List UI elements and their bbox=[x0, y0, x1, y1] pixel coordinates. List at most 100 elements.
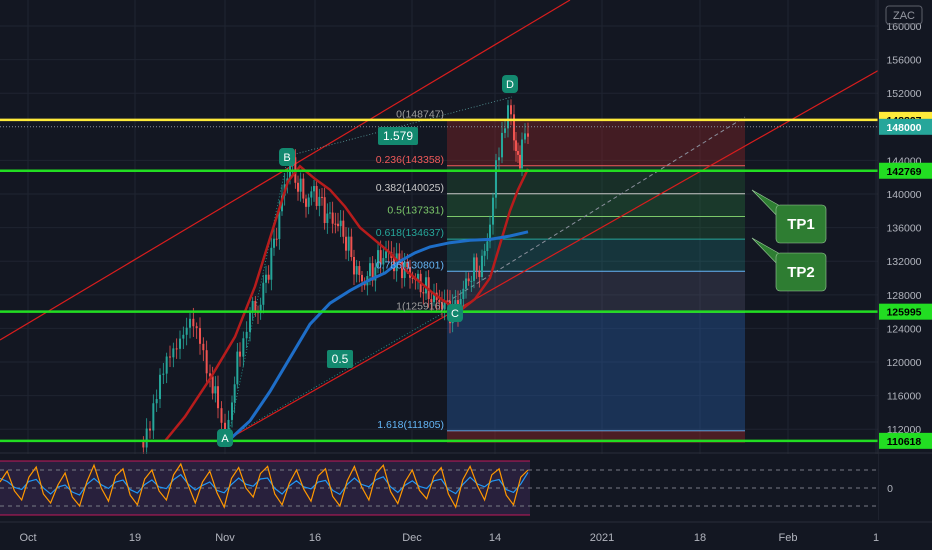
candle-body bbox=[527, 133, 529, 137]
candle-body bbox=[185, 327, 188, 335]
candle-body bbox=[501, 132, 503, 158]
candle-body bbox=[334, 223, 337, 225]
candle-body bbox=[179, 338, 181, 349]
price-tag-label: 110618 bbox=[887, 436, 922, 448]
price-tick-label: 124000 bbox=[886, 323, 921, 335]
candle-body bbox=[262, 282, 265, 305]
candle-body bbox=[486, 241, 489, 252]
time-tick-label: Nov bbox=[215, 532, 235, 544]
candle-body bbox=[342, 220, 345, 237]
candle-body bbox=[251, 300, 254, 312]
price-tick-label: 136000 bbox=[886, 223, 921, 235]
candle-body bbox=[305, 198, 307, 207]
candle-body bbox=[350, 236, 353, 257]
candle-body bbox=[321, 196, 323, 198]
candle-body bbox=[182, 334, 185, 339]
time-tick-label: 2021 bbox=[590, 532, 614, 544]
candle-body bbox=[519, 154, 521, 169]
time-tick-label: Feb bbox=[779, 532, 798, 544]
oscillator-pane: 0 bbox=[0, 452, 932, 522]
candle-body bbox=[470, 280, 473, 282]
candle-body bbox=[465, 278, 467, 289]
wave-label: B bbox=[283, 152, 290, 164]
time-tick-label: 14 bbox=[489, 532, 501, 544]
candle-body bbox=[192, 318, 195, 327]
price-tick-label: 140000 bbox=[886, 189, 921, 201]
candle-body bbox=[492, 197, 494, 225]
candle-body bbox=[214, 386, 217, 394]
price-axis[interactable]: 1120001160001200001240001280001320001360… bbox=[877, 0, 932, 550]
candle-body bbox=[361, 274, 363, 282]
candle-body bbox=[521, 139, 523, 169]
candle-body bbox=[242, 338, 245, 357]
candle-body bbox=[239, 351, 241, 357]
candle-body bbox=[495, 160, 497, 198]
candle-body bbox=[355, 266, 358, 275]
fib-zone-band bbox=[447, 120, 745, 166]
ratio-label: 0.5 bbox=[332, 352, 349, 366]
candle-body bbox=[473, 257, 475, 281]
candle-body bbox=[267, 274, 270, 280]
candle-body bbox=[220, 408, 223, 423]
candle-body bbox=[275, 238, 278, 240]
symbol-label: ZAC bbox=[893, 10, 915, 22]
candle-body bbox=[358, 266, 361, 275]
candle-body bbox=[323, 197, 326, 224]
price-tick-label: 132000 bbox=[886, 256, 921, 268]
candle-body bbox=[331, 212, 334, 224]
candle-body bbox=[270, 247, 273, 280]
candle-body bbox=[326, 213, 329, 224]
time-tick-label: 19 bbox=[129, 532, 141, 544]
candle-body bbox=[310, 191, 313, 198]
candle-body bbox=[299, 178, 302, 192]
candle-body bbox=[233, 384, 236, 403]
candle-body bbox=[273, 238, 275, 248]
price-tick-label: 152000 bbox=[886, 88, 921, 100]
price-tag-label: 142769 bbox=[886, 166, 921, 178]
candle-body bbox=[318, 196, 321, 206]
candle-body bbox=[353, 256, 355, 275]
candle-body bbox=[329, 212, 331, 214]
candle-body bbox=[172, 348, 175, 358]
candle-body bbox=[504, 128, 506, 133]
candle-body bbox=[510, 105, 512, 115]
candle-body bbox=[211, 376, 214, 394]
candle-body bbox=[175, 348, 178, 350]
candle-body bbox=[245, 331, 248, 339]
fib-label: 0.786(130801) bbox=[376, 259, 444, 271]
candle-body bbox=[189, 318, 191, 328]
price-tag-label: 148000 bbox=[886, 122, 921, 134]
candle-body bbox=[498, 157, 500, 161]
candle-body bbox=[315, 186, 318, 206]
candle-body bbox=[513, 114, 515, 141]
candle-body bbox=[254, 300, 257, 312]
candle-body bbox=[385, 251, 387, 259]
fib-label: 0(148747) bbox=[396, 109, 444, 121]
candle-body bbox=[337, 223, 339, 227]
candle-body bbox=[422, 292, 425, 294]
price-chart[interactable]: 0(148747) 0.236(143358) 0.382(140025) 0.5(1… bbox=[0, 0, 932, 550]
price-axis-background bbox=[878, 0, 932, 550]
candle-body bbox=[369, 263, 371, 277]
candle-body bbox=[169, 356, 171, 358]
candle-body bbox=[302, 178, 305, 199]
candle-body bbox=[339, 220, 342, 227]
fib-zone-band bbox=[447, 193, 745, 217]
candle-body bbox=[265, 274, 267, 283]
candle-body bbox=[478, 270, 481, 278]
fib-label: 0.382(140025) bbox=[376, 182, 444, 194]
fib-zone-band bbox=[447, 271, 745, 313]
candle-body bbox=[524, 133, 526, 140]
candle-body bbox=[202, 343, 205, 351]
fib-zone-band bbox=[447, 216, 745, 240]
time-tick-label: Dec bbox=[402, 532, 422, 544]
candle-body bbox=[313, 186, 315, 192]
tp-label: TP1 bbox=[787, 216, 815, 233]
price-tick-label: 156000 bbox=[886, 55, 921, 67]
candle-body bbox=[145, 428, 148, 448]
fib-zone-band bbox=[447, 312, 745, 431]
candle-body bbox=[195, 326, 198, 329]
wave-label: D bbox=[506, 79, 514, 91]
candle-body bbox=[307, 197, 310, 207]
fibonacci-zone bbox=[447, 120, 745, 443]
